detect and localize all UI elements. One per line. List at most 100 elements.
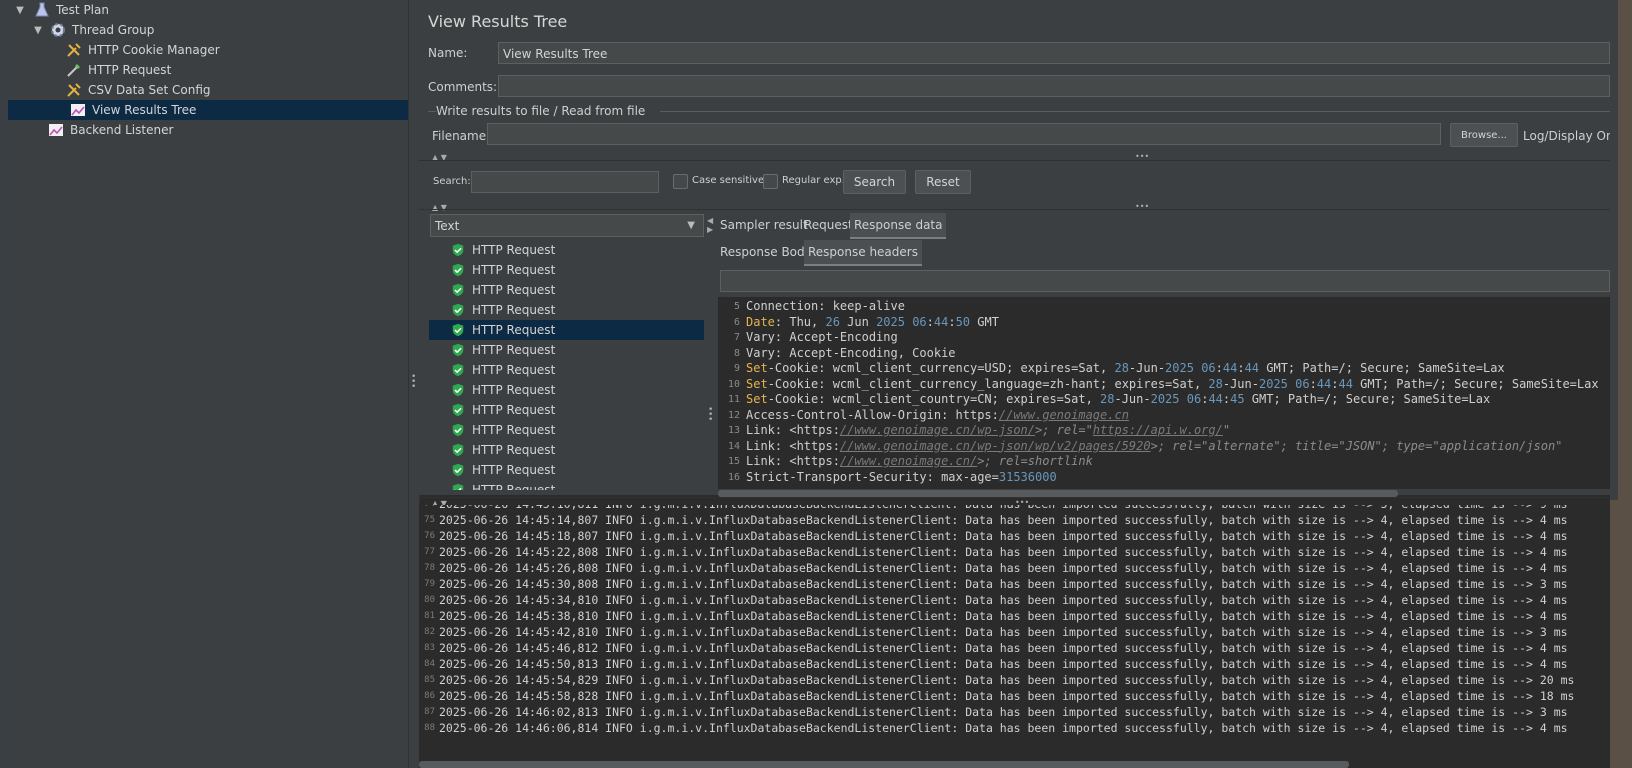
code-line: Link: <https://www.genoimage.cn/wp-json/… xyxy=(746,439,1562,453)
line-number: 8 xyxy=(733,347,740,359)
log-line: 2025-06-26 14:45:26,808 INFO i.g.m.i.v.I… xyxy=(439,561,1568,575)
result-item[interactable]: HTTP Request xyxy=(429,380,704,400)
log-line: 2025-06-26 14:45:14,807 INFO i.g.m.i.v.I… xyxy=(439,513,1568,527)
tab-response-headers[interactable]: Response headers xyxy=(804,240,922,266)
filename-input[interactable] xyxy=(487,123,1441,145)
code-token: Link: <https: xyxy=(746,423,840,437)
log-line-number: 80 xyxy=(424,595,435,605)
tree-node-csv-data-set[interactable]: CSV Data Set Config xyxy=(66,80,211,100)
result-item[interactable]: HTTP Request xyxy=(429,240,704,260)
reset-button[interactable]: Reset xyxy=(915,170,971,194)
tree-node-backend-listener[interactable]: Backend Listener xyxy=(48,120,173,140)
result-item-label: HTTP Request xyxy=(472,423,556,437)
result-item-label: HTTP Request xyxy=(472,343,556,357)
result-item-label: HTTP Request xyxy=(472,483,556,490)
result-item-label: HTTP Request xyxy=(472,243,556,257)
splitter-arrows-icon[interactable]: ◀ ▶ xyxy=(707,216,713,234)
code-token: : xyxy=(1309,376,1317,391)
splitter-grip-icon[interactable]: ••• xyxy=(411,373,416,392)
search-button[interactable]: Search xyxy=(843,170,906,194)
chart-icon xyxy=(71,104,85,116)
line-number: 7 xyxy=(733,332,740,343)
result-item[interactable]: HTTP Request xyxy=(429,460,704,480)
log-line: 2025-06-26 14:45:10,811 INFO i.g.m.i.v.I… xyxy=(439,505,1568,511)
search-input[interactable] xyxy=(471,171,659,193)
divider xyxy=(419,160,1610,161)
success-shield-icon xyxy=(452,363,464,377)
renderer-select[interactable]: Text ▼ xyxy=(430,214,704,237)
code-line: Set-Cookie: wcml_client_currency_languag… xyxy=(746,377,1599,391)
line-number: 5 xyxy=(733,301,740,312)
success-shield-icon xyxy=(452,383,464,397)
tab-request[interactable]: Request xyxy=(800,213,857,237)
code-token: GMT; Path=/; Secure; SameSite=Lax xyxy=(1259,361,1505,375)
tab-response-data[interactable]: Response data xyxy=(850,213,947,239)
tab-response-body[interactable]: Response Body xyxy=(716,240,816,264)
collapse-arrows-icon[interactable]: ▲ ▼ xyxy=(432,203,447,212)
response-search-field[interactable] xyxy=(720,270,1610,292)
tab-sampler-result[interactable]: Sampler result xyxy=(716,213,812,237)
wrench-icon xyxy=(67,83,81,97)
result-item[interactable]: HTTP Request xyxy=(429,260,704,280)
success-shield-icon xyxy=(452,463,464,477)
code-token: 44 xyxy=(1316,376,1332,391)
browse-button[interactable]: Browse... xyxy=(1450,123,1518,147)
code-token: 06 xyxy=(1186,392,1202,406)
splitter-grip-icon[interactable]: ••• xyxy=(708,406,713,425)
comments-input[interactable] xyxy=(498,75,1610,97)
result-item[interactable]: HTTP Request xyxy=(429,400,704,420)
code-token: 28 xyxy=(1114,361,1129,375)
code-token: 44 xyxy=(1244,361,1260,375)
tree-node-label: HTTP Cookie Manager xyxy=(88,43,220,57)
result-item-label: HTTP Request xyxy=(472,323,556,337)
result-item[interactable]: HTTP Request xyxy=(429,420,704,440)
panel-vscrollbar[interactable] xyxy=(1610,0,1618,500)
tree-node-cookie-manager[interactable]: HTTP Cookie Manager xyxy=(66,40,220,60)
code-token: Strict-Transport-Security: max-age= xyxy=(746,469,999,484)
result-item[interactable]: HTTP Request xyxy=(429,480,704,490)
chevron-down-icon[interactable]: ▼ xyxy=(12,5,28,16)
response-headers-editor[interactable]: 5 Connection: keep-alive 6 Date: Thu, 26 Ju… xyxy=(718,297,1610,489)
code-token: Date xyxy=(746,314,775,329)
code-token: 45 xyxy=(1230,392,1245,406)
tree-node-http-request[interactable]: HTTP Request xyxy=(66,60,171,80)
name-label: Name: xyxy=(428,46,468,60)
tree-node-view-results-tree[interactable]: View Results Tree xyxy=(8,100,408,120)
wrench-icon xyxy=(67,43,81,57)
name-input[interactable]: View Results Tree xyxy=(498,42,1610,64)
chevron-down-icon[interactable]: ▼ xyxy=(30,25,46,36)
code-line: Vary: Accept-Encoding, Cookie xyxy=(746,346,956,360)
renderer-select-value: Text xyxy=(435,219,460,233)
filename-label: Filename xyxy=(432,129,487,143)
code-token: Set xyxy=(746,376,768,391)
log-line-number: 85 xyxy=(424,675,435,685)
code-line: Vary: Accept-Encoding xyxy=(746,330,898,344)
result-item[interactable]: HTTP Request xyxy=(429,320,704,340)
tree-node-test-plan[interactable]: ▼ Test Plan xyxy=(12,0,109,20)
result-item[interactable]: HTTP Request xyxy=(429,280,704,300)
line-number: 11 xyxy=(727,394,740,405)
result-item[interactable]: HTTP Request xyxy=(429,340,704,360)
code-token: : Thu, xyxy=(774,314,826,329)
case-sensitive-checkbox[interactable] xyxy=(673,174,688,189)
code-token: 28 xyxy=(1100,392,1115,406)
regex-checkbox[interactable] xyxy=(763,174,778,189)
editor-hscrollbar[interactable] xyxy=(718,490,1398,497)
log-viewer[interactable]: 74 2025-06-26 14:45:10,811 INFO i.g.m.i.v… xyxy=(419,505,1610,763)
code-token: 06 xyxy=(1201,361,1216,375)
log-hscrollbar[interactable] xyxy=(419,761,1349,768)
result-item[interactable]: HTTP Request xyxy=(429,440,704,460)
result-item[interactable]: HTTP Request xyxy=(429,300,704,320)
code-token: 26 xyxy=(825,314,840,329)
tree-node-thread-group[interactable]: ▼ Thread Group xyxy=(30,20,154,40)
code-token: Connection: keep-alive xyxy=(746,299,905,313)
log-line: 2025-06-26 14:46:06,814 INFO i.g.m.i.v.I… xyxy=(439,721,1568,735)
code-token: Jun xyxy=(839,314,877,329)
tree-node-label: Test Plan xyxy=(56,3,109,17)
code-token: Set xyxy=(746,392,768,406)
log-display-label: Log/Display Onl xyxy=(1523,129,1617,143)
result-item[interactable]: HTTP Request xyxy=(429,360,704,380)
code-token: https://api.w.org/ xyxy=(1092,423,1223,437)
log-line-number: 83 xyxy=(424,643,435,653)
code-token: 31536000 xyxy=(998,469,1057,484)
